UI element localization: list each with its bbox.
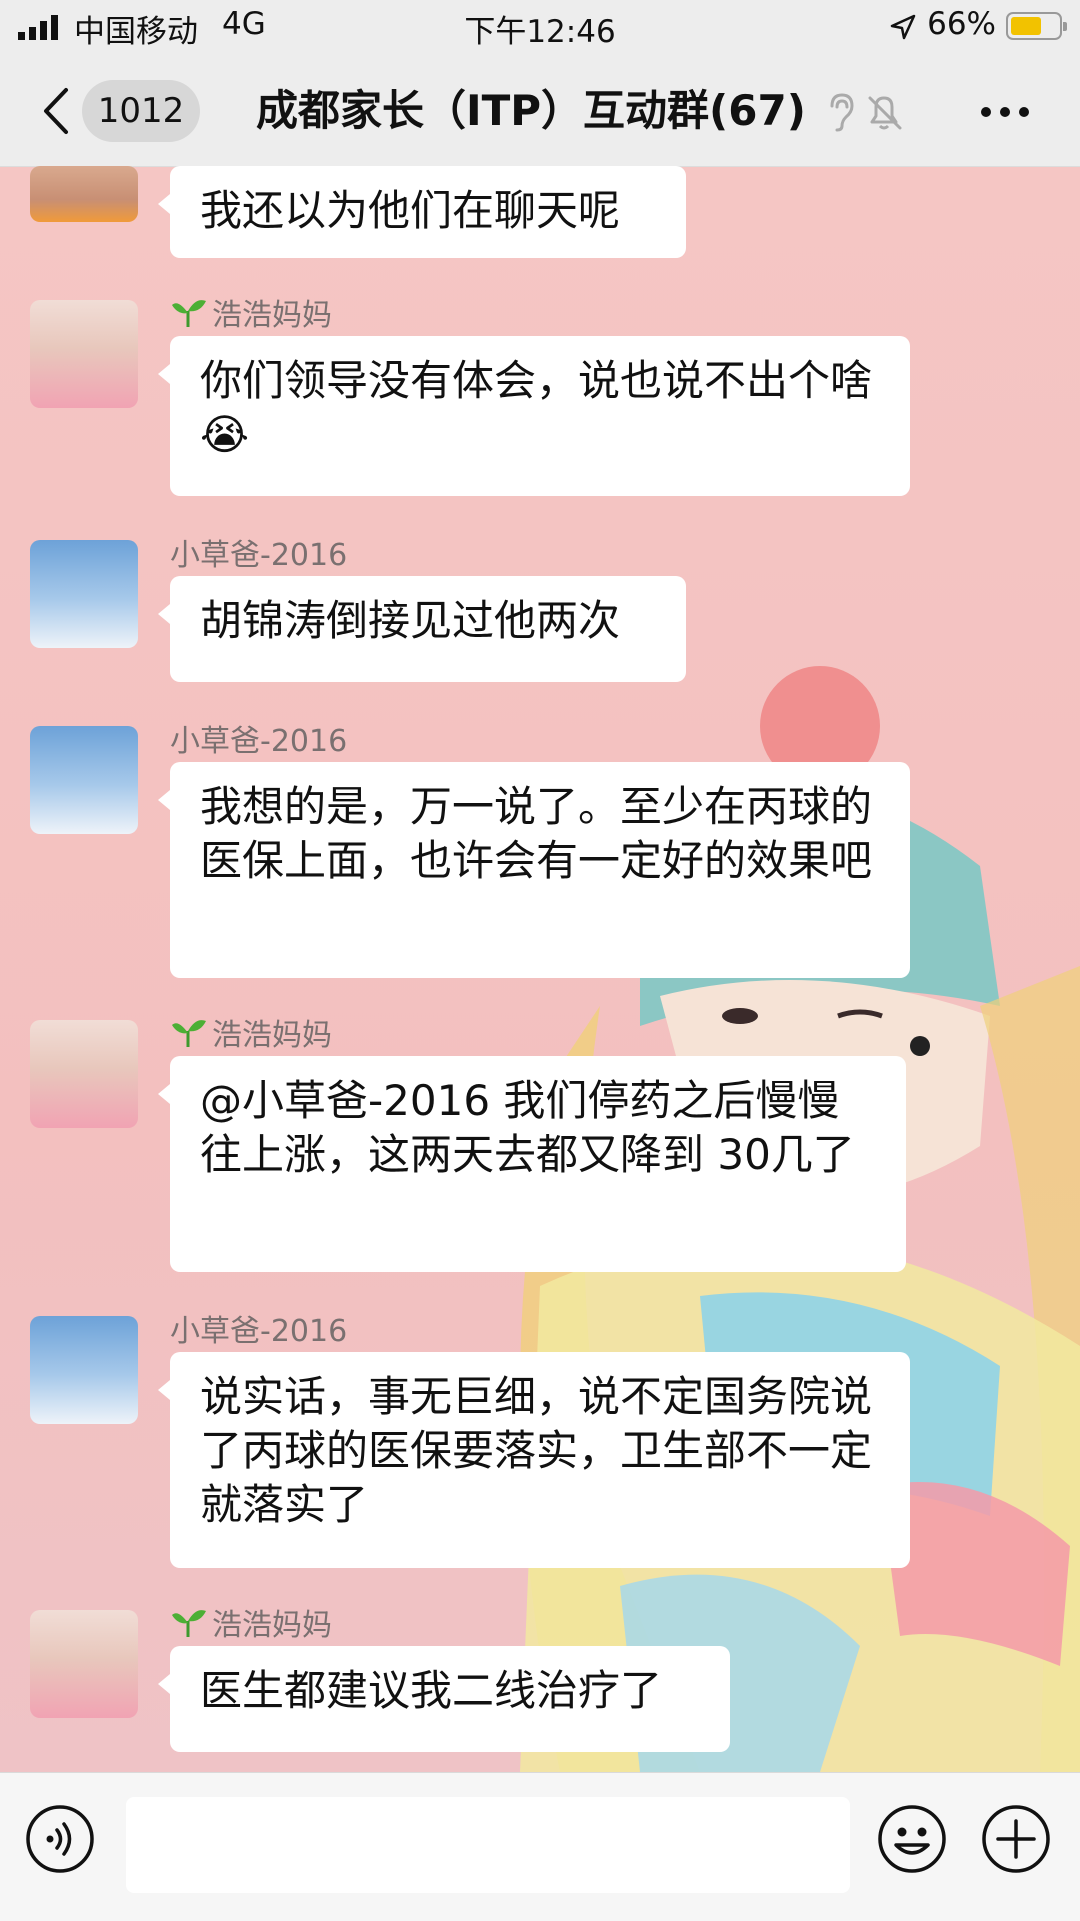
clock: 下午12:46 — [464, 14, 616, 50]
mute-bell-icon — [868, 96, 902, 130]
message-bubble[interactable]: 你们领导没有体会，说也说不出个啥😭 — [158, 336, 910, 496]
message-bubble[interactable]: 医生都建议我二线治疗了 — [158, 1646, 730, 1752]
girl-avatar[interactable] — [30, 1610, 138, 1718]
girl-avatar[interactable] — [30, 1020, 138, 1128]
status-bar: 中国移动 4G 下午12:46 66% — [0, 0, 1080, 56]
message-input-bar — [0, 1772, 1080, 1921]
emoji-icon[interactable] — [876, 1803, 948, 1875]
battery-percent: 66% — [927, 6, 996, 42]
snow-tree-avatar[interactable] — [30, 540, 138, 648]
sender-name: 浩浩妈妈 — [212, 298, 332, 333]
message-bubble[interactable]: 我还以为他们在聊天呢 — [158, 166, 686, 258]
plus-icon[interactable] — [980, 1803, 1052, 1875]
snow-tree-avatar[interactable] — [30, 726, 138, 834]
back-chevron-icon[interactable] — [38, 86, 72, 136]
child-avatar[interactable] — [30, 166, 138, 222]
location-arrow-icon — [890, 14, 916, 40]
message-bubble[interactable]: 我想的是，万一说了。至少在丙球的医保上面，也许会有一定好的效果吧 — [158, 762, 910, 978]
sender-name: 小草爸-2016 — [170, 538, 348, 573]
sender-name: 小草爸-2016 — [170, 1314, 348, 1349]
girl-avatar[interactable] — [30, 300, 138, 408]
message-input[interactable] — [126, 1797, 850, 1893]
message-bubble[interactable]: 说实话，事无巨细，说不定国务院说了丙球的医保要落实，卫生部不一定就落实了 — [158, 1352, 910, 1568]
battery-icon — [1006, 12, 1067, 40]
message-bubble[interactable]: 胡锦涛倒接见过他两次 — [158, 576, 686, 682]
sprout-icon — [172, 300, 206, 327]
sprout-icon — [172, 1020, 206, 1047]
more-options-icon[interactable] — [980, 106, 1030, 118]
voice-input-icon[interactable] — [24, 1803, 96, 1875]
chat-title: 成都家长（ITP）互动群(67) — [256, 86, 806, 135]
sender-name: 小草爸-2016 — [170, 724, 348, 759]
unread-count-badge[interactable]: 1012 — [82, 80, 200, 142]
sender-name: 浩浩妈妈 — [212, 1608, 332, 1643]
snow-tree-avatar[interactable] — [30, 1316, 138, 1424]
chat-header: 1012 成都家长（ITP）互动群(67) — [0, 56, 1080, 167]
message-bubble[interactable]: @小草爸-2016 我们停药之后慢慢往上涨，这两天去都又降到 30几了 — [158, 1056, 906, 1272]
sender-name: 浩浩妈妈 — [212, 1018, 332, 1053]
ear-icon — [830, 93, 854, 132]
sprout-icon — [172, 1610, 206, 1637]
